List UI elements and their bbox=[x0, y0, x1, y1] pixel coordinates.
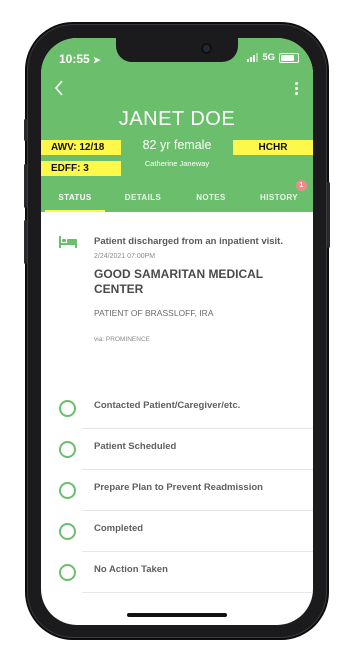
back-icon[interactable] bbox=[51, 78, 67, 98]
facility-name: GOOD SAMARITAN MEDICAL CENTER bbox=[94, 267, 263, 296]
action-label: Patient Scheduled bbox=[94, 441, 177, 452]
tab-notes[interactable]: NOTES bbox=[177, 185, 245, 212]
volume-up-button bbox=[24, 164, 27, 208]
bed-icon bbox=[59, 236, 77, 248]
tab-status[interactable]: STATUS bbox=[41, 185, 109, 212]
action-prepare-plan[interactable]: Prepare Plan to Prevent Readmission bbox=[41, 470, 313, 511]
volume-down-button bbox=[24, 220, 27, 264]
tab-bar: STATUS DETAILS NOTES HISTORY 1 bbox=[41, 180, 313, 212]
network-label: 5G bbox=[262, 52, 275, 63]
battery-icon bbox=[279, 52, 299, 63]
signal-icon bbox=[247, 53, 259, 62]
action-list: Contacted Patient/Caregiver/etc. Patient… bbox=[41, 388, 313, 593]
tab-details[interactable]: DETAILS bbox=[109, 185, 177, 212]
action-no-action[interactable]: No Action Taken bbox=[41, 552, 313, 593]
radio-circle-icon[interactable] bbox=[59, 441, 76, 458]
event-title: Patient discharged from an inpatient vis… bbox=[94, 236, 283, 247]
app-screen: 10:55 ➤ 5G JANET DOE 82 yr female Cather… bbox=[41, 38, 313, 625]
radio-circle-icon[interactable] bbox=[59, 482, 76, 499]
patient-header: 10:55 ➤ 5G JANET DOE 82 yr female Cather… bbox=[41, 38, 313, 212]
action-contacted[interactable]: Contacted Patient/Caregiver/etc. bbox=[41, 388, 313, 429]
notch bbox=[116, 38, 238, 62]
radio-circle-icon[interactable] bbox=[59, 523, 76, 540]
more-icon[interactable] bbox=[291, 80, 301, 98]
status-indicators: 5G bbox=[247, 52, 299, 63]
hchr-badge: HCHR bbox=[233, 140, 313, 155]
tab-history[interactable]: HISTORY 1 bbox=[245, 180, 313, 212]
patient-of-provider: PATIENT OF BRASSLOFF, IRA bbox=[94, 308, 214, 318]
front-camera bbox=[203, 45, 210, 52]
history-count-badge: 1 bbox=[296, 180, 307, 191]
awv-badge: AWV: 12/18 bbox=[41, 140, 121, 155]
action-completed[interactable]: Completed bbox=[41, 511, 313, 552]
action-label: Contacted Patient/Caregiver/etc. bbox=[94, 400, 241, 411]
status-time: 10:55 ➤ bbox=[59, 52, 101, 66]
divider bbox=[82, 592, 313, 593]
location-arrow-icon: ➤ bbox=[93, 55, 101, 65]
power-button bbox=[327, 182, 330, 248]
radio-circle-icon[interactable] bbox=[59, 564, 76, 581]
edff-badge: EDFF: 3 bbox=[41, 161, 121, 176]
event-timestamp: 2/24/2021 07:00PM bbox=[94, 253, 156, 260]
action-scheduled[interactable]: Patient Scheduled bbox=[41, 429, 313, 470]
action-label: Prepare Plan to Prevent Readmission bbox=[94, 482, 263, 493]
status-content: Patient discharged from an inpatient vis… bbox=[41, 212, 313, 625]
source-via: via: PROMINENCE bbox=[94, 336, 150, 343]
action-label: Completed bbox=[94, 523, 144, 534]
radio-circle-icon[interactable] bbox=[59, 400, 76, 417]
patient-name: JANET DOE bbox=[118, 108, 236, 130]
mute-switch bbox=[24, 119, 27, 141]
home-indicator[interactable] bbox=[127, 613, 227, 617]
action-label: No Action Taken bbox=[94, 564, 168, 575]
